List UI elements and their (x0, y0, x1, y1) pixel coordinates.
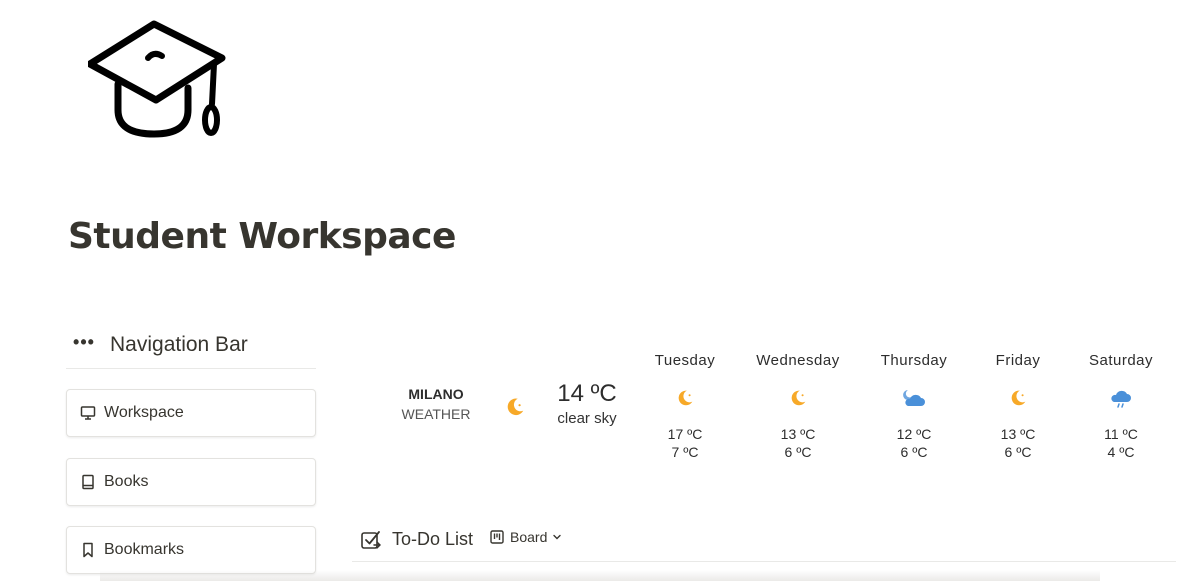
more-dots-icon[interactable]: ••• (66, 332, 102, 353)
forecast-low: 6 ºC (784, 444, 812, 460)
nav-button-label: Workspace (104, 404, 184, 421)
moon-icon (1011, 390, 1026, 406)
graduation-cap-icon (88, 20, 226, 138)
nav-button-workspace[interactable]: Workspace (66, 389, 316, 437)
bookmark-icon (80, 542, 96, 558)
forecast-high: 17 ºC (667, 426, 703, 442)
navigation-header: ••• Navigation Bar (66, 322, 316, 369)
forecast-low: 6 ºC (1004, 444, 1032, 460)
navigation-title: Navigation Bar (110, 333, 248, 356)
current-temperature: 14 ºC (557, 380, 617, 407)
current-condition: clear sky (557, 410, 617, 427)
forecast-low: 7 ºC (671, 444, 699, 460)
forecast-day-wednesday: Wednesday 13 ºC 6 ºC (748, 352, 848, 460)
page-title: Student Workspace (68, 216, 456, 257)
nav-button-books[interactable]: Books (66, 458, 316, 506)
nav-button-label: Books (104, 473, 149, 490)
forecast-high: 13 ºC (1000, 426, 1036, 442)
forecast-day-name: Saturday (1088, 352, 1154, 369)
forecast-day-name: Thursday (880, 352, 948, 369)
todo-list-header: To-Do List Board (352, 525, 1176, 562)
forecast-day-thursday: Thursday 12 ºC 6 ºC (864, 352, 964, 460)
rain-cloud-icon (1111, 390, 1131, 408)
moon-icon (791, 390, 806, 406)
monitor-icon (80, 405, 96, 421)
forecast-day-name: Wednesday (756, 352, 840, 369)
board-view-button[interactable]: Board (490, 529, 562, 545)
nav-button-bookmarks[interactable]: Bookmarks (66, 526, 316, 574)
moon-icon (507, 398, 524, 416)
cloud-moon-icon (903, 390, 925, 406)
forecast-low: 4 ºC (1107, 444, 1135, 460)
nav-button-label: Bookmarks (104, 541, 185, 558)
forecast-high: 13 ºC (780, 426, 816, 442)
forecast-day-friday: Friday 13 ºC 6 ºC (968, 352, 1068, 460)
forecast-day-tuesday: Tuesday 17 ºC 7 ºC (635, 352, 735, 460)
forecast-low: 6 ºC (900, 444, 928, 460)
forecast-day-saturday: Saturday 11 ºC 4 ºC (1071, 352, 1171, 460)
checklist-icon (361, 531, 381, 549)
forecast-high: 11 ºC (1104, 426, 1138, 442)
todo-list-title[interactable]: To-Do List (392, 529, 473, 550)
forecast-day-name: Friday (995, 352, 1041, 369)
board-icon (490, 530, 504, 544)
forecast-high: 12 ºC (896, 426, 932, 442)
weather-subtitle: WEATHER (401, 406, 471, 422)
chevron-down-icon (553, 534, 562, 540)
moon-icon (678, 390, 693, 406)
weather-city: MILANO (408, 386, 464, 402)
view-label: Board (510, 529, 548, 545)
forecast-day-name: Tuesday (654, 352, 716, 369)
book-icon (80, 474, 96, 490)
board-cards-preview (100, 570, 1100, 581)
